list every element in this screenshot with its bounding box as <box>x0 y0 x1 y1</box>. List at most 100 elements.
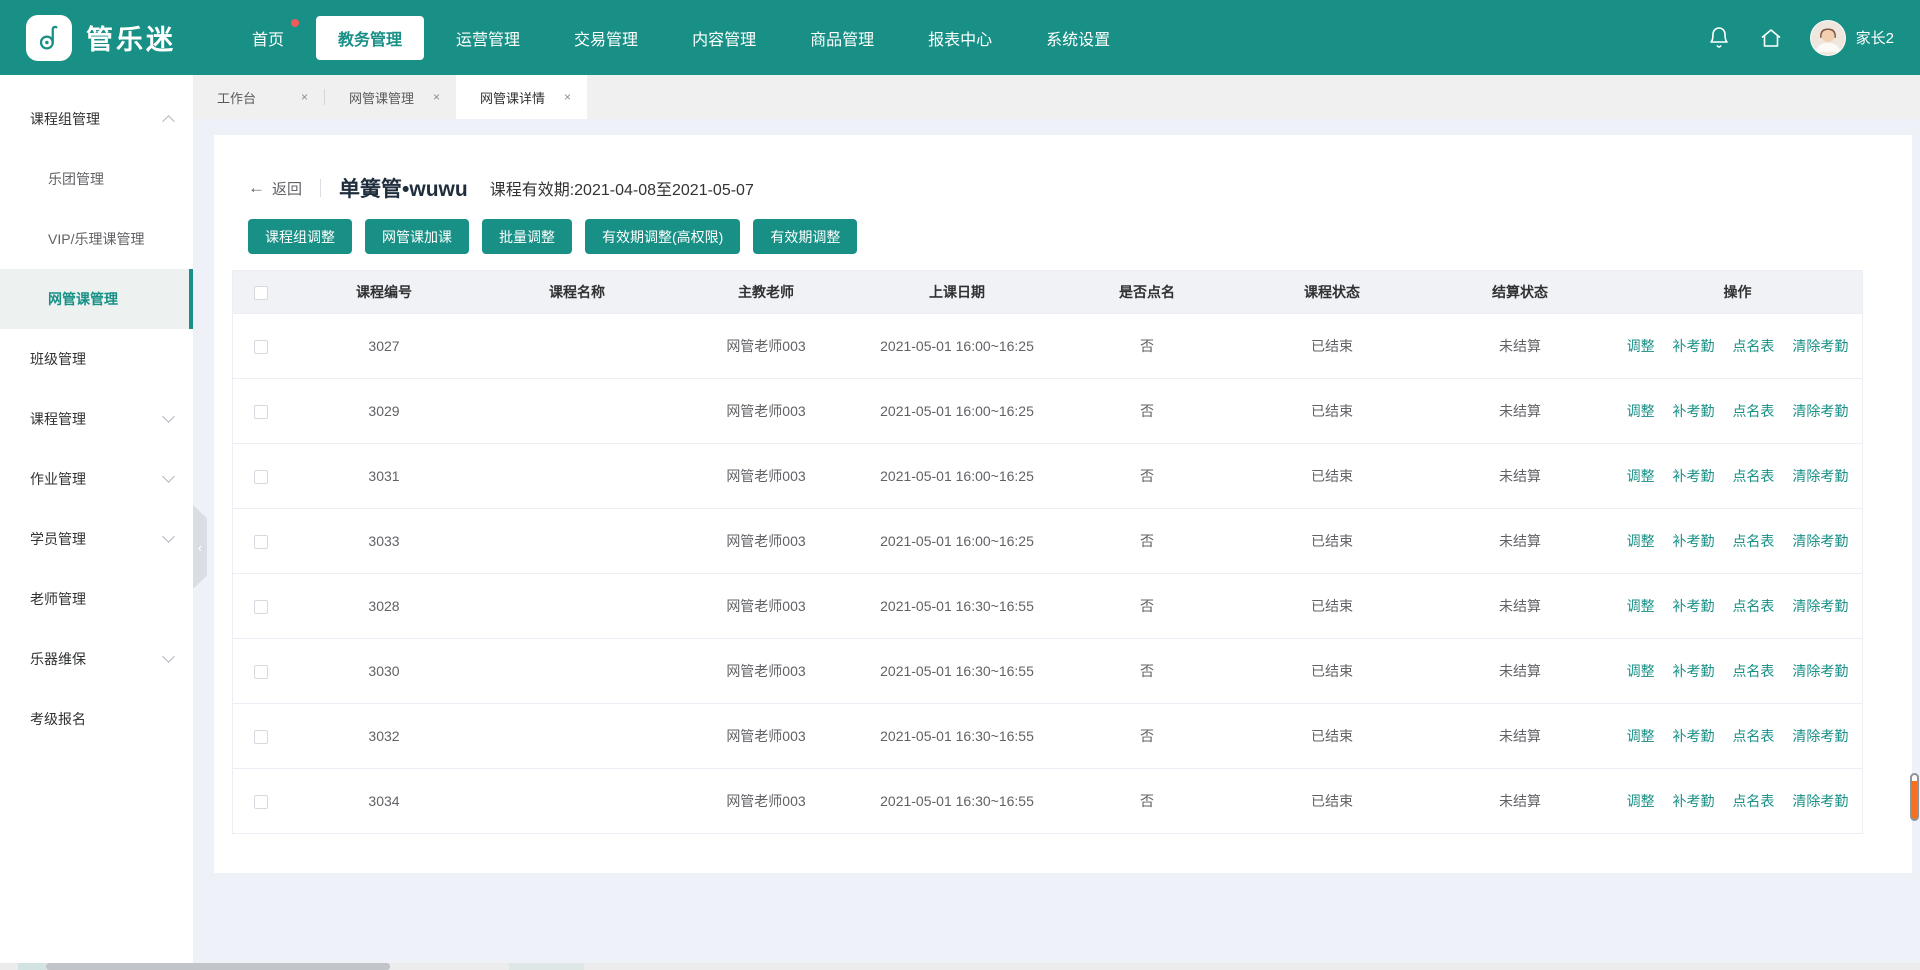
cell-settlement-status: 未结算 <box>1427 313 1613 378</box>
close-icon[interactable]: × <box>301 90 308 104</box>
sidebar-item-homework-mgmt[interactable]: 作业管理 <box>0 449 193 509</box>
close-icon[interactable]: × <box>564 90 571 104</box>
row-checkbox[interactable] <box>254 600 268 614</box>
sidebar-collapse-handle[interactable]: ‹ <box>193 505 207 589</box>
action-makeup-attendance-link[interactable]: 补考勤 <box>1673 598 1715 614</box>
cell-rollcall: 否 <box>1057 768 1237 833</box>
sidebar-item-label: 课程组管理 <box>30 109 100 129</box>
action-makeup-attendance-link[interactable]: 补考勤 <box>1673 728 1715 744</box>
action-clear-attendance-link[interactable]: 清除考勤 <box>1792 403 1848 419</box>
row-checkbox[interactable] <box>254 795 268 809</box>
brand: 管乐迷 <box>26 15 176 61</box>
action-rollcall-sheet-link[interactable]: 点名表 <box>1732 468 1774 484</box>
chevron-down-icon <box>162 650 175 663</box>
music-note-icon <box>26 15 72 61</box>
cell-settlement-status: 未结算 <box>1427 378 1613 443</box>
course-validity: 课程有效期:2021-04-08至2021-05-07 <box>490 176 754 200</box>
action-makeup-attendance-link[interactable]: 补考勤 <box>1673 468 1715 484</box>
sidebar-item-online-course-mgmt[interactable]: 网管课管理 <box>0 269 193 329</box>
tab-workbench[interactable]: 工作台 × <box>193 75 324 119</box>
batch-adjust-button[interactable]: 批量调整 <box>482 219 572 254</box>
action-makeup-attendance-link[interactable]: 补考勤 <box>1673 663 1715 679</box>
nav-item-label: 教务管理 <box>338 32 402 49</box>
action-adjust-link[interactable]: 调整 <box>1627 728 1655 744</box>
action-rollcall-sheet-link[interactable]: 点名表 <box>1732 663 1774 679</box>
action-rollcall-sheet-link[interactable]: 点名表 <box>1732 338 1774 354</box>
nav-item-home[interactable]: 首页 <box>230 16 306 60</box>
row-checkbox[interactable] <box>254 535 268 549</box>
action-rollcall-sheet-link[interactable]: 点名表 <box>1732 728 1774 744</box>
course-group-adjust-button[interactable]: 课程组调整 <box>248 219 352 254</box>
tab-online-course-mgmt[interactable]: 网管课管理 × <box>325 75 456 119</box>
sidebar-item-instrument-maintenance[interactable]: 乐器维保 <box>0 629 193 689</box>
sidebar-item-orchestra-mgmt[interactable]: 乐团管理 <box>0 149 193 209</box>
nav-item-system-settings[interactable]: 系统设置 <box>1024 16 1132 60</box>
cell-course-no: 3028 <box>289 573 479 638</box>
action-adjust-link[interactable]: 调整 <box>1627 403 1655 419</box>
action-clear-attendance-link[interactable]: 清除考勤 <box>1792 728 1848 744</box>
action-clear-attendance-link[interactable]: 清除考勤 <box>1792 793 1848 809</box>
user-menu[interactable]: 家长2 <box>1810 20 1894 56</box>
row-checkbox[interactable] <box>254 470 268 484</box>
cell-teacher: 网管老师003 <box>675 638 857 703</box>
action-rollcall-sheet-link[interactable]: 点名表 <box>1732 598 1774 614</box>
tab-online-course-detail[interactable]: 网管课详情 × <box>456 75 587 119</box>
nav-item-product-mgmt[interactable]: 商品管理 <box>788 16 896 60</box>
action-adjust-link[interactable]: 调整 <box>1627 663 1655 679</box>
cell-course-status: 已结束 <box>1237 443 1427 508</box>
sidebar-item-exam-registration[interactable]: 考级报名 <box>0 689 193 749</box>
table-row: 3034 网管老师003 2021-05-01 16:30~16:55 否 已结… <box>233 768 1862 833</box>
action-makeup-attendance-link[interactable]: 补考勤 <box>1673 533 1715 549</box>
sidebar-item-label: 课程管理 <box>30 409 86 429</box>
action-adjust-link[interactable]: 调整 <box>1627 598 1655 614</box>
row-checkbox[interactable] <box>254 730 268 744</box>
action-rollcall-sheet-link[interactable]: 点名表 <box>1732 793 1774 809</box>
cell-date: 2021-05-01 16:30~16:55 <box>857 638 1057 703</box>
chevron-left-icon: ‹ <box>198 540 202 555</box>
page-header: ← 返回 单簧管•wuwu 课程有效期:2021-04-08至2021-05-0… <box>248 135 1863 203</box>
sidebar-item-course-mgmt[interactable]: 课程管理 <box>0 389 193 449</box>
chevron-up-icon <box>162 115 175 128</box>
row-checkbox[interactable] <box>254 340 268 354</box>
validity-adjust-high-priv-button[interactable]: 有效期调整(高权限) <box>585 219 740 254</box>
action-clear-attendance-link[interactable]: 清除考勤 <box>1792 468 1848 484</box>
action-clear-attendance-link[interactable]: 清除考勤 <box>1792 598 1848 614</box>
action-makeup-attendance-link[interactable]: 补考勤 <box>1673 793 1715 809</box>
table-row: 3027 网管老师003 2021-05-01 16:00~16:25 否 已结… <box>233 313 1862 378</box>
validity-adjust-button[interactable]: 有效期调整 <box>753 219 857 254</box>
select-all-checkbox[interactable] <box>254 286 268 300</box>
col-course-name: 课程名称 <box>479 271 675 313</box>
row-checkbox[interactable] <box>254 665 268 679</box>
action-clear-attendance-link[interactable]: 清除考勤 <box>1792 663 1848 679</box>
nav-item-content-mgmt[interactable]: 内容管理 <box>670 16 778 60</box>
sidebar-item-class-mgmt[interactable]: 班级管理 <box>0 329 193 389</box>
action-adjust-link[interactable]: 调整 <box>1627 338 1655 354</box>
cell-course-no: 3034 <box>289 768 479 833</box>
horizontal-scrollbar-thumb[interactable] <box>46 963 390 970</box>
bell-icon[interactable] <box>1706 25 1732 51</box>
action-clear-attendance-link[interactable]: 清除考勤 <box>1792 338 1848 354</box>
sidebar-item-teacher-mgmt[interactable]: 老师管理 <box>0 569 193 629</box>
nav-item-operation-mgmt[interactable]: 运营管理 <box>434 16 542 60</box>
home-icon[interactable] <box>1758 25 1784 51</box>
action-adjust-link[interactable]: 调整 <box>1627 793 1655 809</box>
nav-item-academic-mgmt[interactable]: 教务管理 <box>316 16 424 60</box>
action-adjust-link[interactable]: 调整 <box>1627 468 1655 484</box>
action-clear-attendance-link[interactable]: 清除考勤 <box>1792 533 1848 549</box>
action-rollcall-sheet-link[interactable]: 点名表 <box>1732 533 1774 549</box>
row-checkbox[interactable] <box>254 405 268 419</box>
nav-item-report-center[interactable]: 报表中心 <box>906 16 1014 60</box>
back-button[interactable]: ← 返回 <box>248 178 302 199</box>
nav-item-trade-mgmt[interactable]: 交易管理 <box>552 16 660 60</box>
close-icon[interactable]: × <box>433 90 440 104</box>
sidebar-item-vip-theory-mgmt[interactable]: VIP/乐理课管理 <box>0 209 193 269</box>
action-adjust-link[interactable]: 调整 <box>1627 533 1655 549</box>
vertical-scrollbar-thumb[interactable] <box>1910 773 1919 821</box>
add-online-course-button[interactable]: 网管课加课 <box>365 219 469 254</box>
sidebar-item-course-group-mgmt[interactable]: 课程组管理 <box>0 89 193 149</box>
action-makeup-attendance-link[interactable]: 补考勤 <box>1673 403 1715 419</box>
sidebar-item-student-mgmt[interactable]: 学员管理 <box>0 509 193 569</box>
horizontal-scrollbar[interactable] <box>0 963 1920 970</box>
action-makeup-attendance-link[interactable]: 补考勤 <box>1673 338 1715 354</box>
action-rollcall-sheet-link[interactable]: 点名表 <box>1732 403 1774 419</box>
